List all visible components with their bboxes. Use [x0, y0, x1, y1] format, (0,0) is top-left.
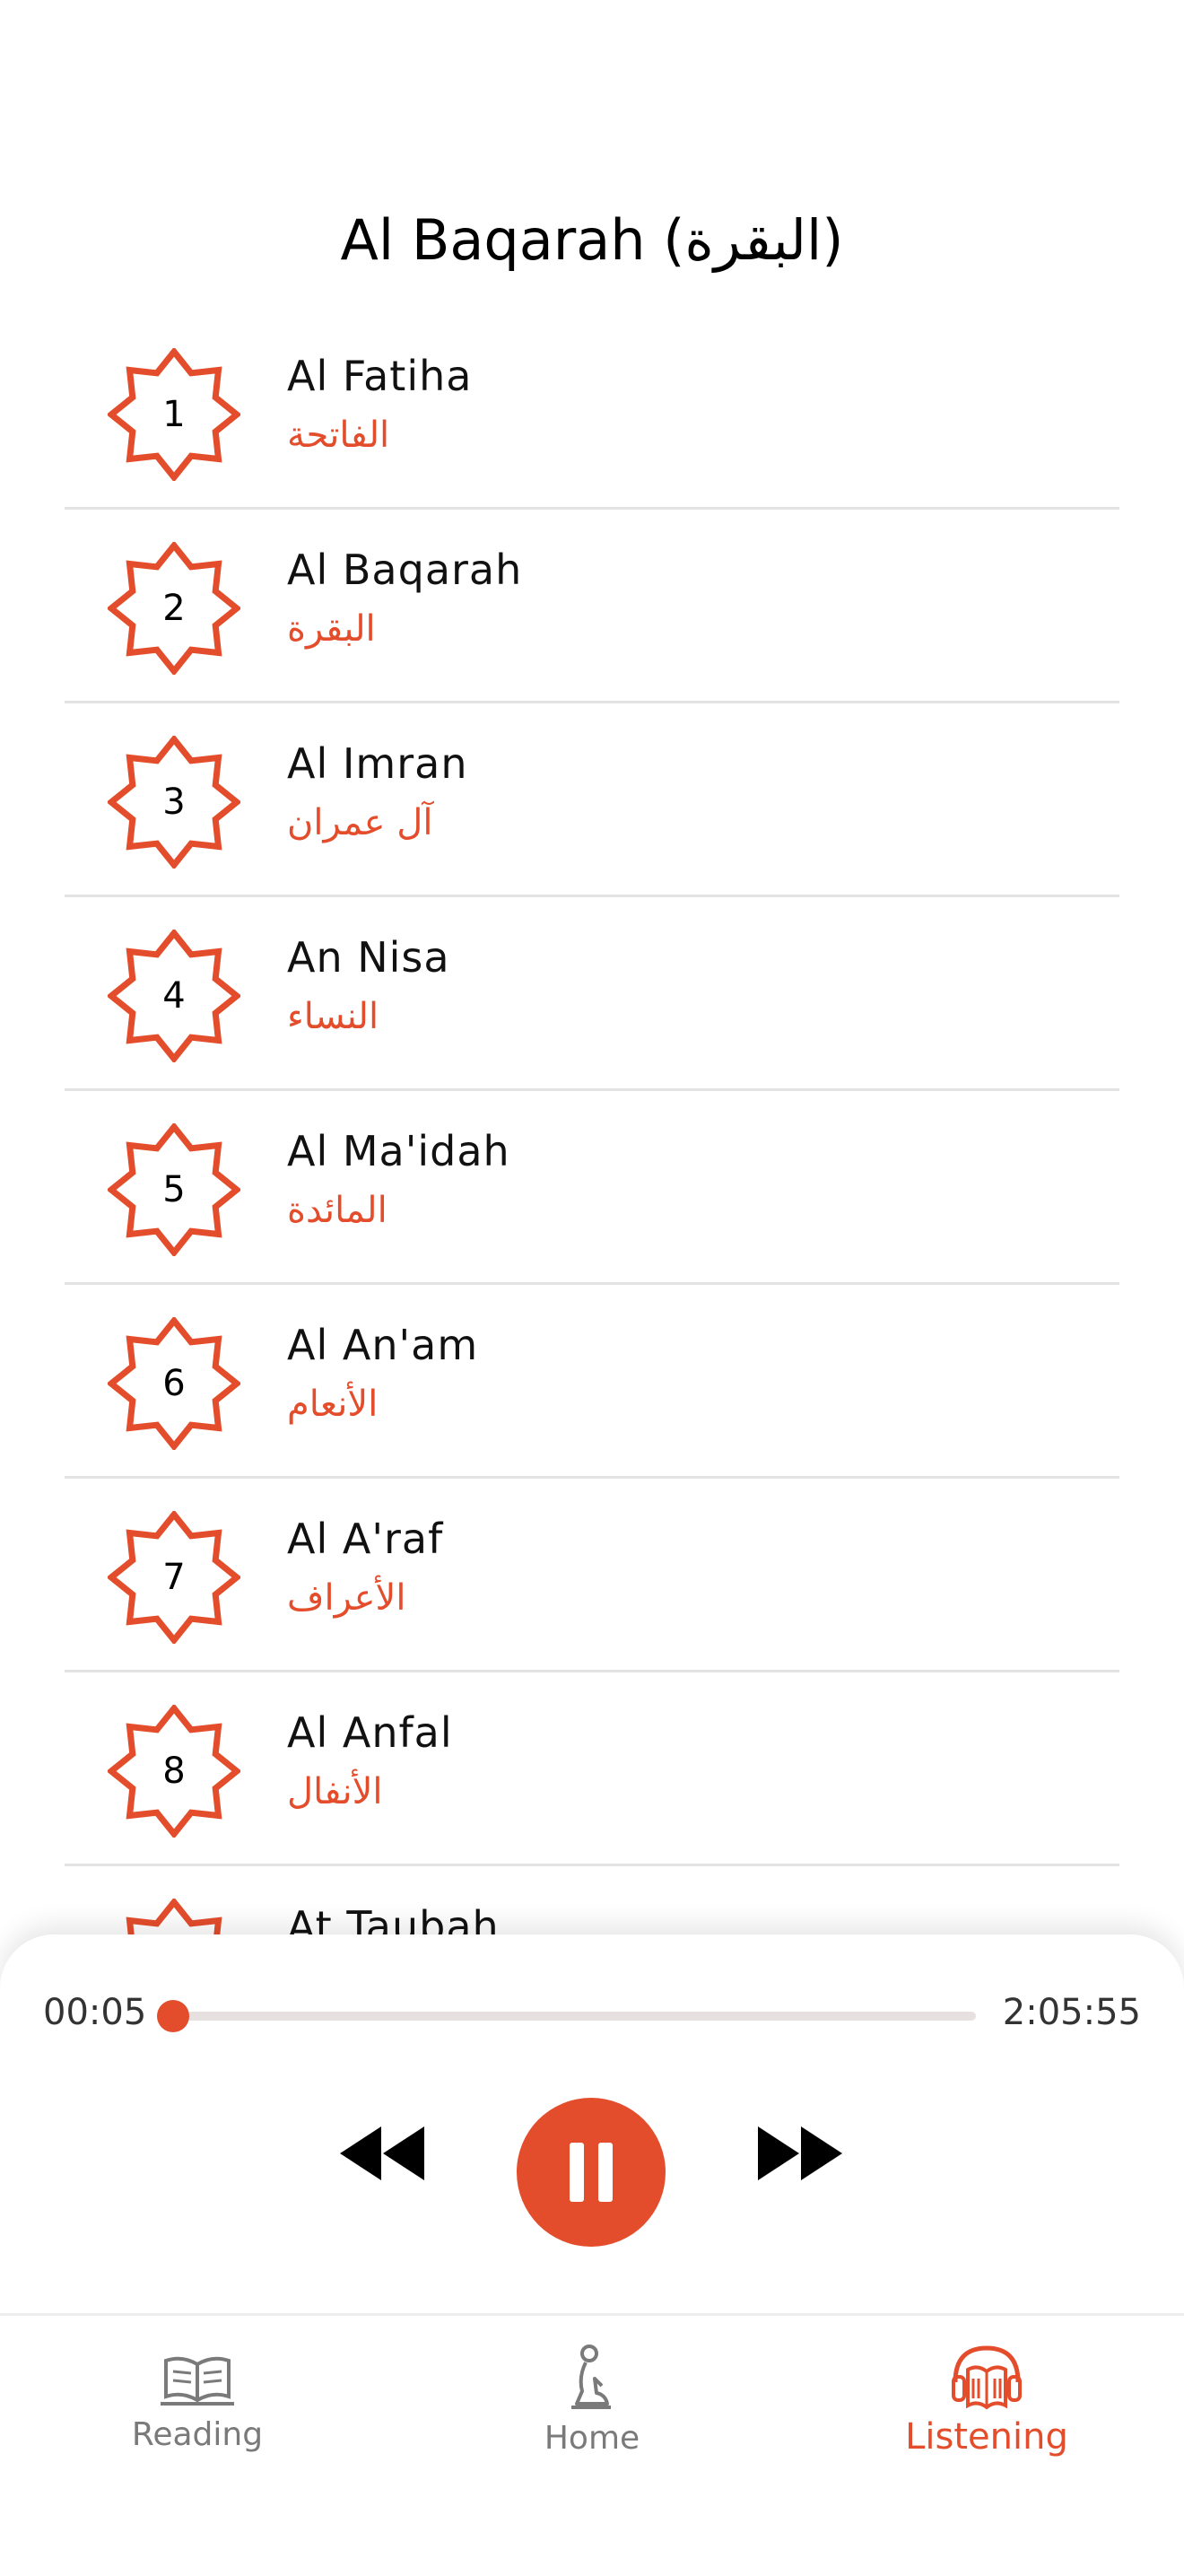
tab-listening[interactable]: Listening — [852, 2316, 1121, 2495]
star-number-badge: 9 — [108, 1899, 240, 1936]
list-item[interactable]: 4 An Nisa النساء — [65, 897, 1119, 1091]
praying-person-icon — [571, 2345, 611, 2409]
surah-arabic-name: النساء — [287, 996, 379, 1037]
list-item[interactable]: 7 Al A'raf الأعراف — [65, 1479, 1119, 1672]
surah-arabic-name: آل عمران — [287, 802, 433, 843]
tab-label: Reading — [131, 2416, 264, 2453]
list-item[interactable]: 2 Al Baqarah البقرة — [65, 510, 1119, 703]
surah-arabic-name: المائدة — [287, 1190, 387, 1231]
tab-label: Listening — [905, 2416, 1068, 2458]
star-number-badge: 2 — [108, 542, 240, 675]
rewind-button[interactable] — [334, 2100, 432, 2207]
headphones-book-icon — [952, 2345, 1022, 2410]
surah-number: 9 — [108, 1899, 240, 1936]
surah-number: 3 — [162, 782, 186, 823]
surah-english-name: Al Anfal — [287, 1708, 453, 1757]
star-number-badge: 6 — [108, 1317, 240, 1450]
star-number-badge: 5 — [108, 1123, 240, 1256]
surah-number: 7 — [162, 1557, 186, 1598]
list-item[interactable]: 8 Al Anfal الأنفال — [65, 1672, 1119, 1866]
surah-english-name: An Nisa — [287, 933, 450, 982]
surah-number: 2 — [162, 588, 186, 629]
star-number-badge: 8 — [108, 1705, 240, 1838]
pause-icon — [570, 2143, 613, 2202]
surah-english-name: Al Fatiha — [287, 352, 473, 400]
surah-english-name: Al Ma'idah — [287, 1127, 510, 1175]
page-title: Al Baqarah (البقرة) — [340, 207, 844, 273]
list-item[interactable]: 9At Taubahالتوبة — [65, 1866, 1119, 1936]
surah-number: 6 — [162, 1363, 186, 1404]
tab-bar: Reading Home Listening — [0, 2313, 1184, 2576]
list-item[interactable]: 5 Al Ma'idah المائدة — [65, 1091, 1119, 1285]
star-number-badge: 1 — [108, 348, 240, 481]
total-duration: 2:05:55 — [1002, 1992, 1141, 2033]
list-item[interactable]: 3 Al Imran آل عمران — [65, 703, 1119, 897]
star-number-badge: 7 — [108, 1511, 240, 1644]
surah-arabic-name: الأعراف — [287, 1577, 406, 1619]
surah-arabic-name: الأنعام — [287, 1384, 379, 1425]
tab-reading[interactable]: Reading — [63, 2316, 332, 2495]
surah-arabic-name: الفاتحة — [287, 415, 390, 456]
progress-thumb[interactable] — [156, 2000, 189, 2032]
star-number-badge: 3 — [108, 736, 240, 869]
surah-number: 8 — [162, 1751, 186, 1792]
surah-list[interactable]: 1 Al Fatiha الفاتحة 2 Al Baqarah البقرة 3 Al Im… — [0, 316, 1184, 1936]
star-number-badge: 4 — [108, 930, 240, 1062]
fast-forward-icon — [758, 2126, 842, 2180]
elapsed-time: 00:05 — [43, 1992, 147, 2033]
pause-button[interactable] — [517, 2098, 666, 2247]
list-item[interactable]: 6 Al An'am الأنعام — [65, 1285, 1119, 1479]
surah-english-name: Al Baqarah — [287, 546, 523, 594]
surah-number: 5 — [162, 1169, 186, 1210]
open-book-icon — [161, 2356, 234, 2406]
surah-english-name: Al Imran — [287, 739, 468, 788]
surah-number: 4 — [162, 975, 186, 1017]
surah-arabic-name: الأنفال — [287, 1771, 383, 1812]
progress-track[interactable] — [156, 2000, 976, 2032]
tab-label: Home — [544, 2420, 640, 2457]
tab-home[interactable]: Home — [457, 2316, 727, 2495]
surah-english-name: Al A'raf — [287, 1515, 444, 1563]
surah-english-name: At Taubah — [287, 1902, 500, 1936]
list-item[interactable]: 1 Al Fatiha الفاتحة — [65, 316, 1119, 510]
rewind-icon — [340, 2126, 424, 2180]
fast-forward-button[interactable] — [750, 2100, 849, 2207]
audio-player: 00:05 2:05:55 — [0, 1934, 1184, 2315]
surah-english-name: Al An'am — [287, 1321, 479, 1369]
surah-number: 1 — [162, 394, 186, 435]
surah-arabic-name: البقرة — [287, 608, 376, 650]
